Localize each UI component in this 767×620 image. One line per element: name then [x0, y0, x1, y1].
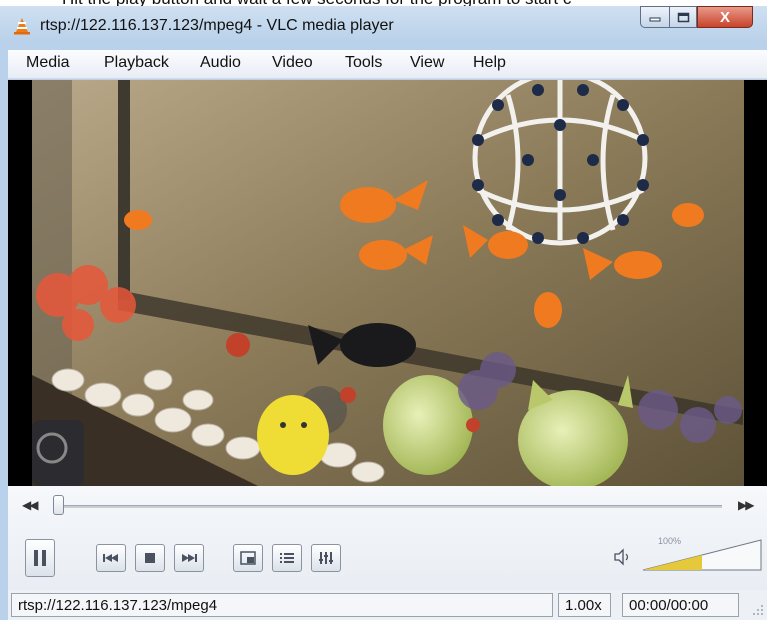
- menu-tools[interactable]: Tools: [345, 54, 382, 72]
- close-icon: X: [719, 8, 730, 26]
- seek-back-icon[interactable]: ◀◀: [22, 498, 39, 512]
- menu-help[interactable]: Help: [473, 54, 506, 72]
- maximize-button[interactable]: [669, 6, 697, 28]
- menu-video[interactable]: Video: [272, 54, 313, 72]
- menu-media[interactable]: Media: [26, 54, 70, 72]
- maximize-icon: [677, 12, 689, 22]
- seek-forward-icon[interactable]: ▶▶: [738, 498, 755, 512]
- window-title: rtsp://122.116.137.123/mpeg4 - VLC media…: [40, 17, 394, 34]
- fullscreen-icon: [240, 551, 256, 565]
- playlist-icon: [280, 553, 294, 563]
- video-area[interactable]: [8, 80, 767, 486]
- equalizer-icon: [319, 552, 333, 564]
- status-bar: rtsp://122.116.137.123/mpeg4 1.00x 00:00…: [8, 590, 767, 620]
- volume-slider[interactable]: [641, 538, 763, 572]
- playlist-button[interactable]: [272, 544, 302, 572]
- video-frame: [8, 80, 767, 486]
- next-button[interactable]: [174, 544, 204, 572]
- pause-icon: [34, 550, 46, 566]
- fullscreen-button[interactable]: [233, 544, 263, 572]
- stop-icon: [145, 553, 155, 563]
- seek-bar[interactable]: [62, 505, 722, 508]
- title-bar[interactable]: rtsp://122.116.137.123/mpeg4 - VLC media…: [0, 6, 767, 46]
- speaker-icon[interactable]: [613, 548, 633, 566]
- play-pause-button[interactable]: [25, 539, 55, 577]
- status-url: rtsp://122.116.137.123/mpeg4: [11, 593, 553, 617]
- minimize-button[interactable]: [640, 6, 669, 28]
- time-display[interactable]: 00:00/00:00: [622, 593, 739, 617]
- playback-speed[interactable]: 1.00x: [558, 593, 611, 617]
- extended-settings-button[interactable]: [311, 544, 341, 572]
- control-panel: ◀◀ ▶▶ 100%: [8, 486, 767, 590]
- menu-audio[interactable]: Audio: [200, 54, 241, 72]
- seek-handle[interactable]: [53, 495, 64, 515]
- menu-bar: Media Playback Audio Video Tools View He…: [8, 50, 767, 79]
- menu-view[interactable]: View: [410, 54, 444, 72]
- resize-grip-icon[interactable]: [752, 604, 764, 616]
- previous-icon: [103, 554, 118, 562]
- vlc-cone-icon: [14, 18, 30, 35]
- minimize-icon: [649, 17, 661, 22]
- next-icon: [182, 554, 197, 562]
- close-button[interactable]: X: [697, 6, 753, 28]
- menu-playback[interactable]: Playback: [104, 54, 169, 72]
- stop-button[interactable]: [135, 544, 165, 572]
- vlc-window: rtsp://122.116.137.123/mpeg4 - VLC media…: [0, 6, 767, 620]
- previous-button[interactable]: [96, 544, 126, 572]
